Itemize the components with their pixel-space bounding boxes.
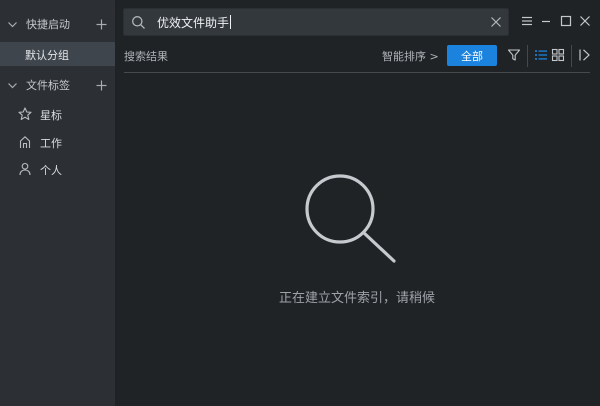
maximize-icon[interactable]: [560, 15, 572, 27]
quick-start-header[interactable]: 快捷启动: [0, 12, 115, 36]
indexing-status-message: 正在建立文件索引，请稍候: [278, 291, 435, 306]
home-icon: [19, 136, 31, 148]
close-window-icon[interactable]: [579, 15, 591, 27]
expand-panel-icon[interactable]: [578, 48, 592, 62]
minimize-icon[interactable]: [540, 15, 552, 27]
results-label: 搜索结果: [124, 50, 168, 63]
search-input[interactable]: 优效文件助手: [123, 8, 509, 36]
person-icon: [19, 162, 31, 176]
menu-icon[interactable]: [521, 15, 533, 27]
file-tags-header[interactable]: 文件标签: [0, 73, 115, 97]
text-caret: [230, 15, 232, 29]
add-quick-start-icon[interactable]: [96, 19, 107, 30]
sidebar-item-label: 工作: [40, 137, 62, 150]
quick-start-title: 快捷启动: [26, 18, 70, 31]
close-icon[interactable]: [490, 16, 502, 28]
toolbar-divider: [571, 45, 572, 67]
sidebar-item-label: 默认分组: [25, 49, 69, 62]
search-icon: [132, 16, 145, 29]
star-icon: [18, 107, 32, 121]
sidebar-item-default-group[interactable]: 默认分组: [0, 42, 115, 66]
sidebar-item-label: 个人: [40, 164, 62, 177]
search-value: 优效文件助手: [157, 16, 230, 30]
list-view-icon[interactable]: [534, 48, 548, 62]
chevron-down-icon[interactable]: [7, 19, 18, 30]
sidebar: 快捷启动 默认分组 文件标签 星标 工作 个人: [0, 0, 115, 406]
add-tag-icon[interactable]: [96, 80, 107, 91]
filter-icon[interactable]: [507, 48, 521, 62]
smart-sort-dropdown[interactable]: 智能排序 >: [382, 48, 439, 64]
search-field[interactable]: 优效文件助手: [157, 14, 232, 31]
sidebar-item-work[interactable]: 工作: [0, 131, 115, 155]
grid-view-icon[interactable]: [551, 48, 565, 62]
file-tags-title: 文件标签: [26, 79, 70, 92]
results-divider: [124, 72, 590, 73]
sidebar-item-label: 星标: [40, 109, 62, 122]
sidebar-item-personal[interactable]: 个人: [0, 158, 115, 182]
sidebar-item-star[interactable]: 星标: [0, 103, 115, 127]
all-filter-button[interactable]: 全部: [447, 45, 497, 66]
large-search-icon: [305, 174, 396, 263]
toolbar-divider: [527, 45, 528, 67]
chevron-down-icon[interactable]: [7, 80, 18, 91]
